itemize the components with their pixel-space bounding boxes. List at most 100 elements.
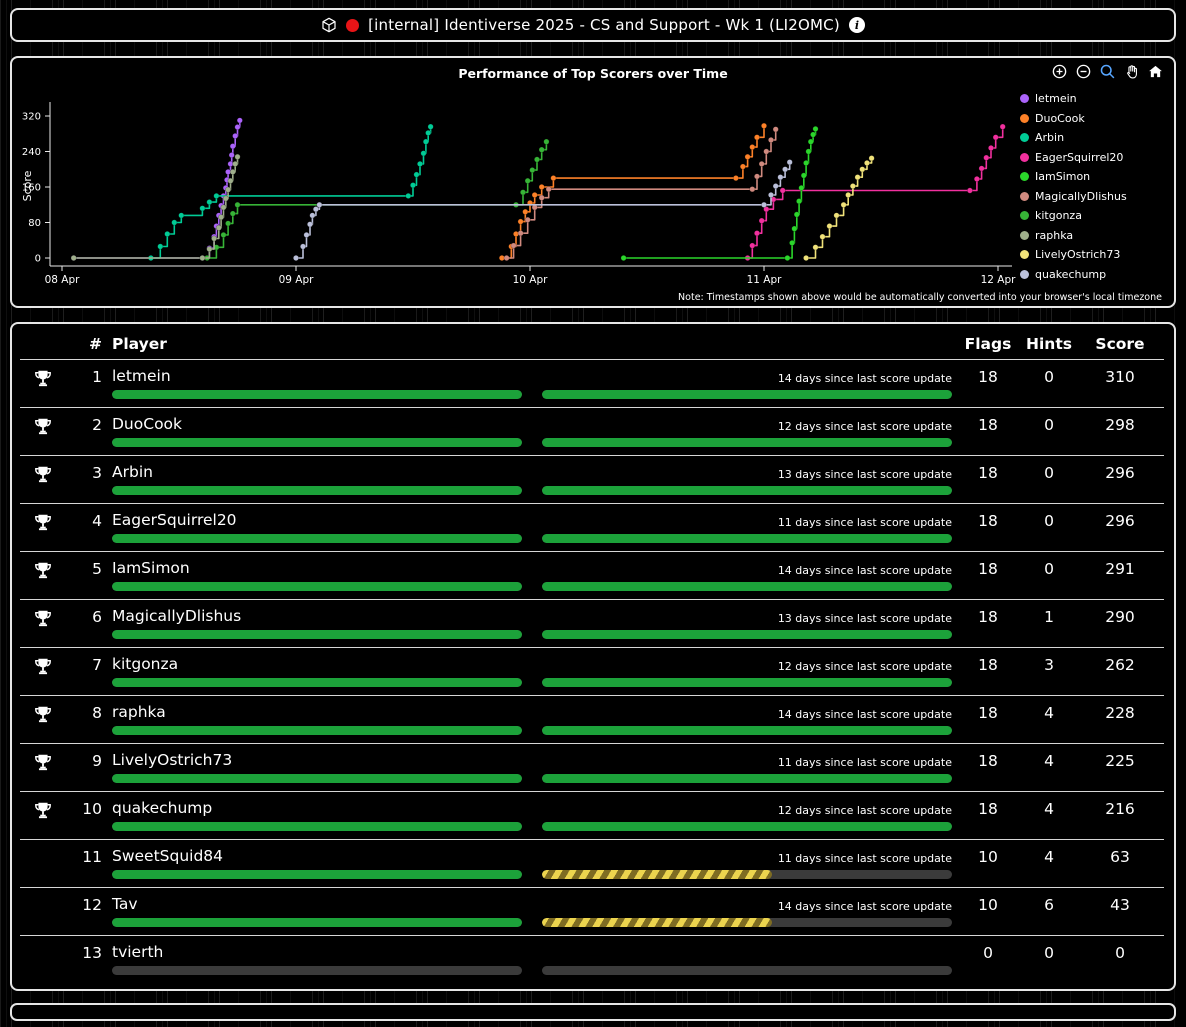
table-row: 3 Arbin 13 days since last score update … bbox=[20, 455, 1164, 503]
legend-label: kitgonza bbox=[1035, 209, 1082, 222]
progress-bar-left bbox=[112, 486, 522, 495]
legend-item-livelyostrich73[interactable]: LivelyOstrich73 bbox=[1020, 248, 1146, 261]
pan-icon[interactable] bbox=[1123, 63, 1140, 80]
svg-text:11 Apr: 11 Apr bbox=[747, 274, 783, 286]
score-value: 43 bbox=[1080, 894, 1160, 914]
flags-value: 18 bbox=[958, 702, 1018, 722]
table-row: 11 SweetSquid84 11 days since last score… bbox=[20, 839, 1164, 887]
legend-label: letmein bbox=[1035, 92, 1077, 105]
legend-item-iamsimon[interactable]: IamSimon bbox=[1020, 170, 1146, 183]
legend-item-duocook[interactable]: DuoCook bbox=[1020, 112, 1146, 125]
progress-fill-right bbox=[542, 390, 952, 399]
score-value: 0 bbox=[1080, 942, 1160, 962]
progress-fill-right bbox=[542, 774, 952, 783]
scores-line-chart[interactable]: 08016024032008 Apr09 Apr10 Apr11 Apr12 A… bbox=[20, 86, 1020, 298]
progress-fill-right bbox=[542, 870, 772, 879]
svg-text:08 Apr: 08 Apr bbox=[45, 274, 81, 286]
rank-number: 8 bbox=[66, 702, 102, 722]
table-row: 10 quakechump 12 days since last score u… bbox=[20, 791, 1164, 839]
progress-fill-left bbox=[112, 534, 522, 543]
trophy-icon bbox=[32, 799, 54, 827]
player-name: letmein bbox=[112, 367, 171, 385]
svg-text:0: 0 bbox=[35, 254, 41, 265]
progress-bar-left bbox=[112, 582, 522, 591]
box-zoom-icon[interactable] bbox=[1099, 63, 1116, 80]
legend-item-kitgonza[interactable]: kitgonza bbox=[1020, 209, 1146, 222]
zoom-in-icon[interactable] bbox=[1051, 63, 1068, 80]
legend-item-raphka[interactable]: raphka bbox=[1020, 229, 1146, 242]
leaderboard-panel: # Player Flags Hints Score 1 letme bbox=[10, 322, 1176, 991]
score-value: 290 bbox=[1080, 606, 1160, 626]
hints-value: 6 bbox=[1018, 894, 1080, 914]
progress-bar-right bbox=[542, 726, 952, 735]
progress-fill-left bbox=[112, 486, 522, 495]
hints-value: 3 bbox=[1018, 654, 1080, 674]
table-row: 12 Tav 14 days since last score update 1… bbox=[20, 887, 1164, 935]
days-since-note: 12 days since last score update bbox=[778, 420, 952, 433]
progress-fill-right bbox=[542, 918, 772, 927]
progress-bar-left bbox=[112, 774, 522, 783]
score-value: 296 bbox=[1080, 462, 1160, 482]
progress-fill-right bbox=[542, 678, 952, 687]
home-icon[interactable] bbox=[1147, 63, 1164, 80]
info-icon[interactable]: i bbox=[849, 17, 865, 33]
legend-label: EagerSquirrel20 bbox=[1035, 151, 1123, 164]
rank-number: 11 bbox=[66, 846, 102, 866]
legend-dot bbox=[1020, 250, 1029, 259]
hints-value: 0 bbox=[1018, 366, 1080, 386]
trophy-icon bbox=[32, 607, 54, 635]
legend-label: raphka bbox=[1035, 229, 1073, 242]
flags-value: 18 bbox=[958, 798, 1018, 818]
progress-fill-right bbox=[542, 534, 952, 543]
svg-text:240: 240 bbox=[22, 147, 41, 158]
hints-value: 0 bbox=[1018, 414, 1080, 434]
score-value: 298 bbox=[1080, 414, 1160, 434]
player-name: Tav bbox=[112, 895, 138, 913]
progress-bar-left bbox=[112, 390, 522, 399]
player-name: EagerSquirrel20 bbox=[112, 511, 237, 529]
table-row: 9 LivelyOstrich73 11 days since last sco… bbox=[20, 743, 1164, 791]
flags-value: 18 bbox=[958, 510, 1018, 530]
legend-label: Arbin bbox=[1035, 131, 1064, 144]
legend-item-magicallydlishus[interactable]: MagicallyDlishus bbox=[1020, 190, 1146, 203]
hints-value: 4 bbox=[1018, 846, 1080, 866]
progress-bar-left bbox=[112, 534, 522, 543]
score-value: 216 bbox=[1080, 798, 1160, 818]
flags-value: 18 bbox=[958, 654, 1018, 674]
trophy-icon bbox=[32, 559, 54, 587]
legend-item-quakechump[interactable]: quakechump bbox=[1020, 268, 1146, 281]
rank-number: 4 bbox=[66, 510, 102, 530]
svg-text:Score: Score bbox=[21, 170, 34, 201]
legend-dot bbox=[1020, 270, 1029, 279]
progress-bar-left bbox=[112, 630, 522, 639]
svg-text:320: 320 bbox=[22, 112, 41, 123]
page-title: [internal] Identiverse 2025 - CS and Sup… bbox=[368, 16, 840, 34]
progress-fill-right bbox=[542, 630, 952, 639]
progress-fill-left bbox=[112, 582, 522, 591]
score-value: 228 bbox=[1080, 702, 1160, 722]
table-row: 6 MagicallyDlishus 13 days since last sc… bbox=[20, 599, 1164, 647]
header-flags: Flags bbox=[958, 335, 1018, 353]
legend-dot bbox=[1020, 133, 1029, 142]
legend-dot bbox=[1020, 153, 1029, 162]
header-bar: [internal] Identiverse 2025 - CS and Sup… bbox=[10, 8, 1176, 42]
legend-label: quakechump bbox=[1035, 268, 1106, 281]
flags-value: 18 bbox=[958, 558, 1018, 578]
page: [internal] Identiverse 2025 - CS and Sup… bbox=[0, 0, 1186, 1027]
progress-fill-left bbox=[112, 438, 522, 447]
flags-value: 0 bbox=[958, 942, 1018, 962]
legend-item-arbin[interactable]: Arbin bbox=[1020, 131, 1146, 144]
days-since-note: 13 days since last score update bbox=[778, 468, 952, 481]
rank-number: 9 bbox=[66, 750, 102, 770]
legend-item-eagersquirrel20[interactable]: EagerSquirrel20 bbox=[1020, 151, 1146, 164]
days-since-note: 11 days since last score update bbox=[778, 852, 952, 865]
progress-fill-left bbox=[112, 678, 522, 687]
days-since-note: 12 days since last score update bbox=[778, 804, 952, 817]
legend-label: IamSimon bbox=[1035, 170, 1090, 183]
player-name: LivelyOstrich73 bbox=[112, 751, 232, 769]
progress-bar-right bbox=[542, 966, 952, 975]
hints-value: 0 bbox=[1018, 942, 1080, 962]
legend-item-letmein[interactable]: letmein bbox=[1020, 92, 1146, 105]
flags-value: 10 bbox=[958, 894, 1018, 914]
zoom-out-icon[interactable] bbox=[1075, 63, 1092, 80]
